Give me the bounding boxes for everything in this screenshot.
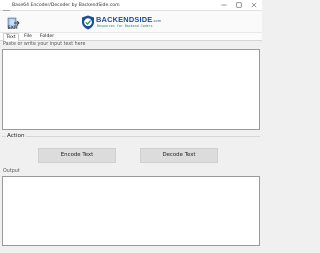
shield-check-icon bbox=[82, 15, 94, 30]
input-textarea[interactable] bbox=[2, 49, 260, 130]
tab-file[interactable]: File bbox=[22, 33, 34, 41]
maximize-button[interactable] bbox=[234, 1, 244, 9]
minimize-icon bbox=[221, 4, 227, 6]
maximize-icon bbox=[236, 2, 242, 8]
tab-text[interactable]: Text bbox=[3, 33, 19, 41]
window-title: Base64 Encoder/Decoder by BackendSide.co… bbox=[12, 3, 120, 8]
close-icon bbox=[251, 2, 257, 8]
encode-text-button[interactable]: Encode Text bbox=[38, 148, 116, 163]
action-legend: Action bbox=[6, 133, 26, 139]
decode-text-button[interactable]: Decode Text bbox=[140, 148, 218, 163]
output-textarea[interactable] bbox=[2, 176, 260, 246]
exit-button[interactable]: EXIT bbox=[5, 14, 21, 31]
output-caption: Output bbox=[3, 169, 20, 174]
action-group: Action Encode Text Decode Text bbox=[2, 133, 260, 168]
exit-label: EXIT bbox=[7, 25, 19, 30]
logo-name: BACKENDSIDE bbox=[96, 15, 153, 24]
minimize-button[interactable] bbox=[219, 1, 229, 9]
app-icon bbox=[3, 2, 10, 17]
logo-tagline: Resources for Backend Coders bbox=[97, 24, 153, 28]
input-caption: Paste or write your input text here bbox=[3, 42, 86, 47]
logo-suffix: .com bbox=[152, 19, 161, 23]
tab-folder[interactable]: Folder bbox=[38, 33, 56, 41]
title-bar: Base64 Encoder/Decoder by BackendSide.co… bbox=[0, 0, 262, 17]
mode-tabs: Text File Folder bbox=[0, 33, 262, 41]
header-banner: EXIT BACKENDSIDE.com Resources for Backe… bbox=[0, 11, 262, 33]
logo-title: BACKENDSIDE.com bbox=[96, 15, 161, 24]
close-button[interactable] bbox=[249, 1, 259, 9]
backendside-logo: BACKENDSIDE.com Resources for Backend Co… bbox=[81, 15, 181, 31]
